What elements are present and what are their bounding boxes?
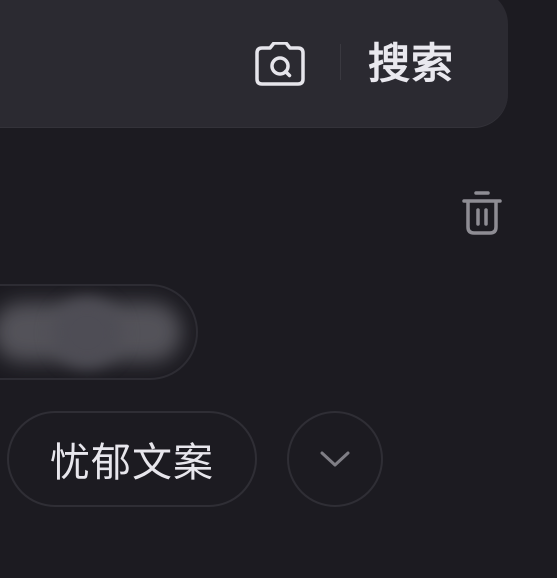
search-button[interactable]: 搜索 [368,34,454,94]
clear-history-button[interactable] [457,188,507,238]
chevron-down-icon [320,451,350,467]
trash-icon [462,191,502,235]
search-divider [340,44,341,80]
camera-search-icon [255,42,305,86]
history-chip-blurred[interactable] [0,284,198,380]
history-chip[interactable]: 忧郁文案 [7,411,257,507]
blurred-content [52,298,122,368]
camera-search-button[interactable] [254,40,306,88]
search-page: 搜索 忧郁文案 [0,0,557,578]
expand-history-button[interactable] [287,411,383,507]
